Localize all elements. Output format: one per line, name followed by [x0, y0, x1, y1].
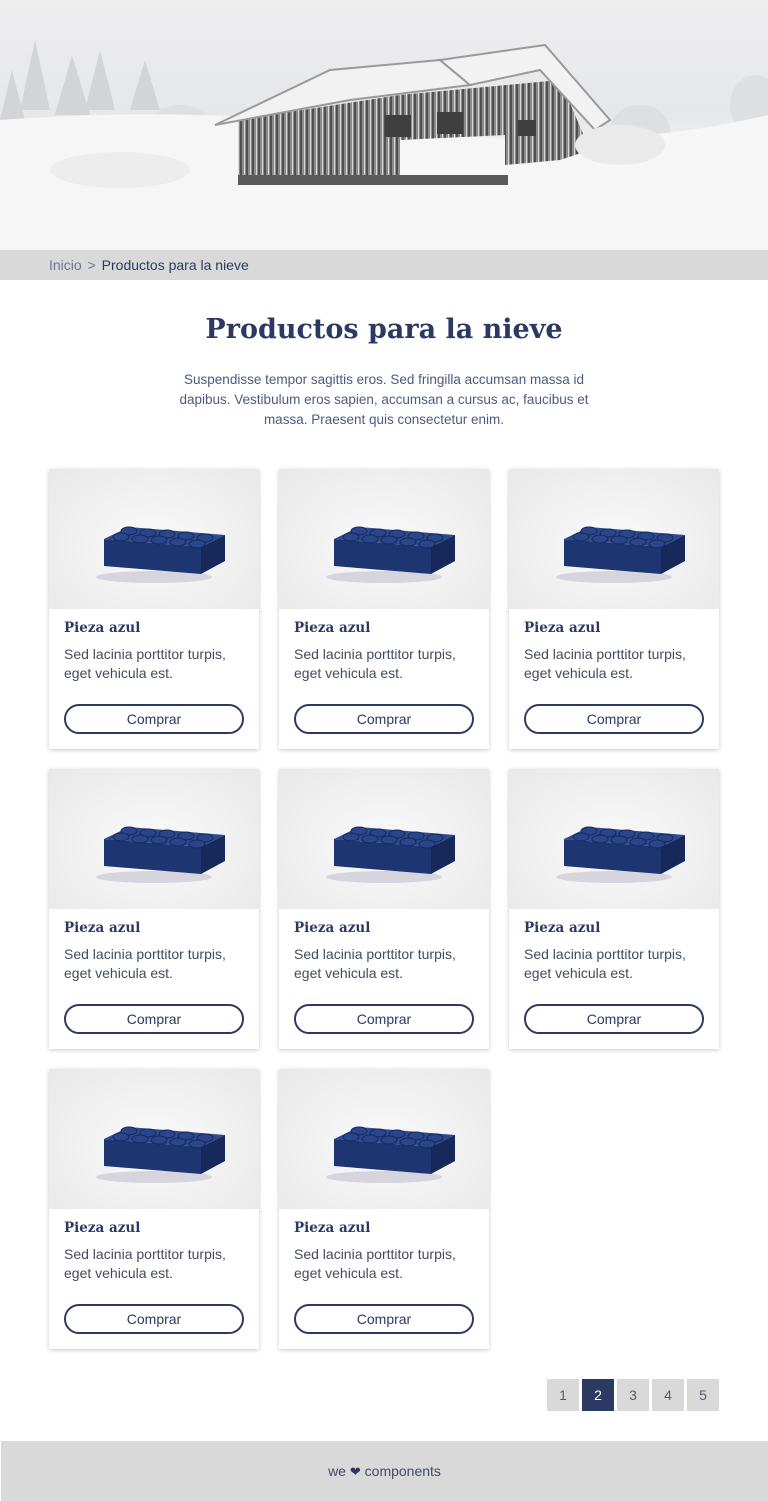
product-card: Pieza azul Sed lacinia porttitor turpis,…	[509, 469, 719, 749]
product-description: Sed lacinia porttitor turpis, eget vehic…	[64, 646, 226, 681]
product-card: Pieza azul Sed lacinia porttitor turpis,…	[49, 469, 259, 749]
product-description: Sed lacinia porttitor turpis, eget vehic…	[294, 946, 456, 981]
blue-brick-illustration	[96, 826, 225, 883]
product-description: Sed lacinia porttitor turpis, eget vehic…	[524, 946, 686, 981]
product-image[interactable]	[509, 769, 719, 909]
product-description: Sed lacinia porttitor turpis, eget vehic…	[524, 646, 686, 681]
blue-brick-illustration	[326, 1126, 455, 1183]
footer-text-before: we	[328, 1463, 346, 1479]
snow-cabin-illustration	[0, 0, 768, 250]
product-name: Pieza azul	[294, 1220, 371, 1236]
page-button-5[interactable]: 5	[687, 1379, 719, 1411]
blue-brick-illustration	[326, 526, 455, 583]
buy-button[interactable]: Comprar	[64, 1004, 244, 1034]
footer-text-after: components	[364, 1463, 441, 1479]
product-name: Pieza azul	[524, 920, 601, 936]
heart-icon: ❤	[349, 1464, 361, 1479]
product-card: Pieza azul Sed lacinia porttitor turpis,…	[279, 469, 489, 749]
product-name: Pieza azul	[524, 620, 601, 636]
product-name: Pieza azul	[294, 920, 371, 936]
blue-brick-illustration	[96, 1126, 225, 1183]
product-image[interactable]	[49, 1069, 259, 1209]
page-title: Productos para la nieve	[205, 314, 563, 345]
product-image[interactable]	[279, 769, 489, 909]
blue-brick-illustration	[326, 826, 455, 883]
hero-image	[0, 0, 768, 250]
footer: we ❤ components	[1, 1441, 768, 1501]
product-name: Pieza azul	[64, 920, 141, 936]
breadcrumb-separator: >	[87, 257, 96, 273]
product-card: Pieza azul Sed lacinia porttitor turpis,…	[49, 1069, 259, 1349]
product-image[interactable]	[49, 469, 259, 609]
product-name: Pieza azul	[64, 1220, 141, 1236]
product-description: Sed lacinia porttitor turpis, eget vehic…	[294, 1246, 456, 1281]
buy-button[interactable]: Comprar	[294, 1004, 474, 1034]
page-intro: Suspendisse tempor sagittis eros. Sed fr…	[179, 372, 589, 427]
page-button-3[interactable]: 3	[617, 1379, 649, 1411]
product-description: Sed lacinia porttitor turpis, eget vehic…	[64, 1246, 226, 1281]
breadcrumb-current: Productos para la nieve	[101, 257, 249, 273]
breadcrumb: Inicio > Productos para la nieve	[0, 250, 768, 280]
product-description: Sed lacinia porttitor turpis, eget vehic…	[64, 946, 226, 981]
blue-brick-illustration	[96, 526, 225, 583]
buy-button[interactable]: Comprar	[64, 1304, 244, 1334]
blue-brick-illustration	[556, 826, 685, 883]
product-description: Sed lacinia porttitor turpis, eget vehic…	[294, 646, 456, 681]
product-image[interactable]	[509, 469, 719, 609]
product-card: Pieza azul Sed lacinia porttitor turpis,…	[279, 769, 489, 1049]
product-image[interactable]	[49, 769, 259, 909]
product-name: Pieza azul	[294, 620, 371, 636]
buy-button[interactable]: Comprar	[524, 1004, 704, 1034]
product-card: Pieza azul Sed lacinia porttitor turpis,…	[49, 769, 259, 1049]
buy-button[interactable]: Comprar	[294, 1304, 474, 1334]
pagination: 12345	[547, 1379, 719, 1411]
product-image[interactable]	[279, 1069, 489, 1209]
product-name: Pieza azul	[64, 620, 141, 636]
product-image[interactable]	[279, 469, 489, 609]
page-button-2[interactable]: 2	[582, 1379, 614, 1411]
buy-button[interactable]: Comprar	[524, 704, 704, 734]
breadcrumb-home-link[interactable]: Inicio	[49, 257, 82, 273]
buy-button[interactable]: Comprar	[64, 704, 244, 734]
buy-button[interactable]: Comprar	[294, 704, 474, 734]
page-button-1[interactable]: 1	[547, 1379, 579, 1411]
product-card: Pieza azul Sed lacinia porttitor turpis,…	[279, 1069, 489, 1349]
blue-brick-illustration	[556, 526, 685, 583]
product-card: Pieza azul Sed lacinia porttitor turpis,…	[509, 769, 719, 1049]
page-button-4[interactable]: 4	[652, 1379, 684, 1411]
